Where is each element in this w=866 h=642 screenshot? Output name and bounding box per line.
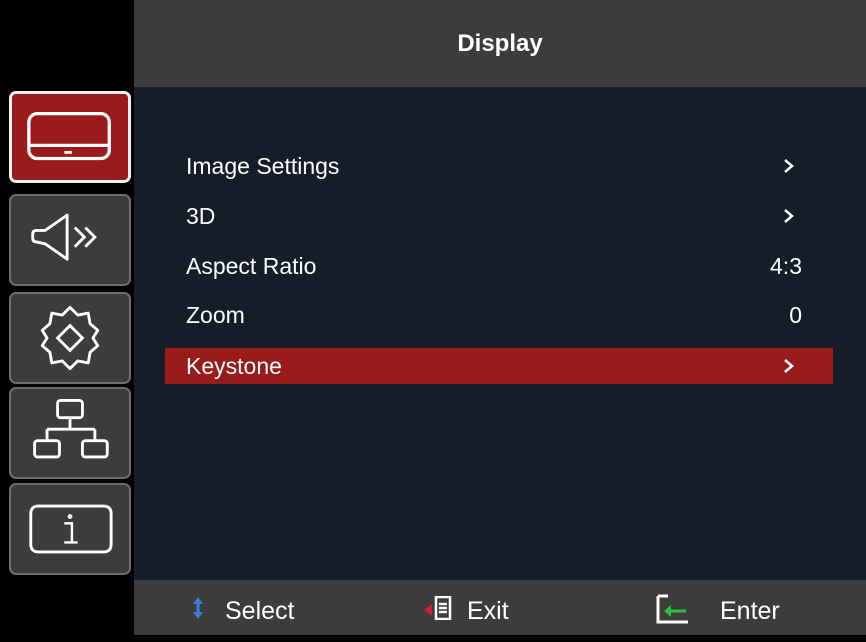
menu-item-label: Aspect Ratio [186, 253, 317, 279]
sidebar-tab-network[interactable] [9, 387, 131, 479]
sidebar [0, 0, 134, 635]
footer-exit-label: Exit [467, 597, 509, 625]
sidebar-tab-display[interactable] [9, 91, 131, 183]
sidebar-tab-audio[interactable] [9, 194, 131, 286]
menu-item-label: Zoom [186, 302, 245, 328]
menu-item-3d[interactable]: 3D [165, 198, 833, 234]
footer-select-label: Select [225, 597, 295, 625]
up-down-arrow-icon [193, 597, 203, 619]
menu-item-aspect-ratio[interactable]: Aspect Ratio 4:3 [165, 248, 833, 284]
page-title: Display [457, 30, 543, 57]
menu-item-zoom[interactable]: Zoom 0 [165, 297, 833, 333]
menu-item-label: 3D [186, 203, 216, 229]
aspect-ratio-value: 4:3 [770, 253, 802, 279]
sidebar-tab-settings[interactable] [9, 292, 131, 384]
menu-item-label: Keystone [186, 353, 282, 379]
sidebar-tab-info[interactable] [9, 483, 131, 575]
menu-item-image-settings[interactable]: Image Settings [165, 148, 833, 184]
display-icon [27, 111, 111, 161]
audio-icon [31, 213, 97, 261]
exit-icon [424, 596, 452, 620]
footer-hints: Select Exit Enter [134, 580, 866, 635]
zoom-value: 0 [789, 302, 802, 328]
menu-item-label: Image Settings [186, 153, 340, 179]
network-icon [33, 399, 109, 459]
chevron-right-icon [784, 359, 794, 373]
menu-item-keystone[interactable]: Keystone [165, 348, 833, 384]
info-icon [29, 504, 113, 554]
enter-icon [656, 594, 688, 624]
menu-panel: Image Settings 3D Aspect Ratio 4:3 Zoom … [134, 87, 866, 580]
settings-gear-icon [40, 305, 100, 371]
chevron-right-icon [784, 209, 794, 223]
footer-enter-label: Enter [720, 597, 780, 625]
menu-header: Display [134, 0, 866, 87]
chevron-right-icon [784, 159, 794, 173]
